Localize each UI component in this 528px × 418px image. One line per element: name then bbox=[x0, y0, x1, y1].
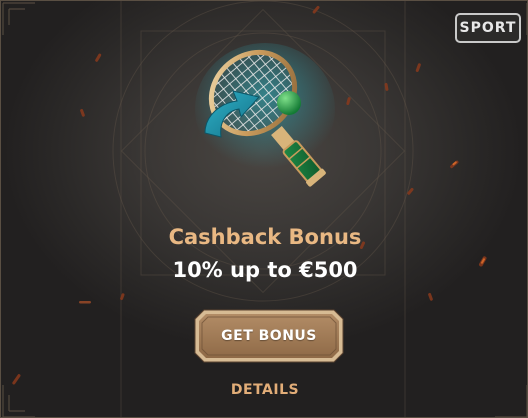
bonus-card: SPORT Cashback Bonus 10% up to €500 GET … bbox=[0, 0, 528, 418]
tennis-racket-icon bbox=[193, 35, 341, 209]
sport-badge: SPORT bbox=[455, 13, 521, 43]
get-bonus-label: GET BONUS bbox=[221, 328, 317, 344]
details-link[interactable]: DETAILS bbox=[231, 382, 299, 398]
get-bonus-button[interactable]: GET BONUS bbox=[194, 309, 344, 363]
offer-subtitle: 10% up to €500 bbox=[172, 258, 358, 282]
offer-title: Cashback Bonus bbox=[168, 225, 362, 249]
